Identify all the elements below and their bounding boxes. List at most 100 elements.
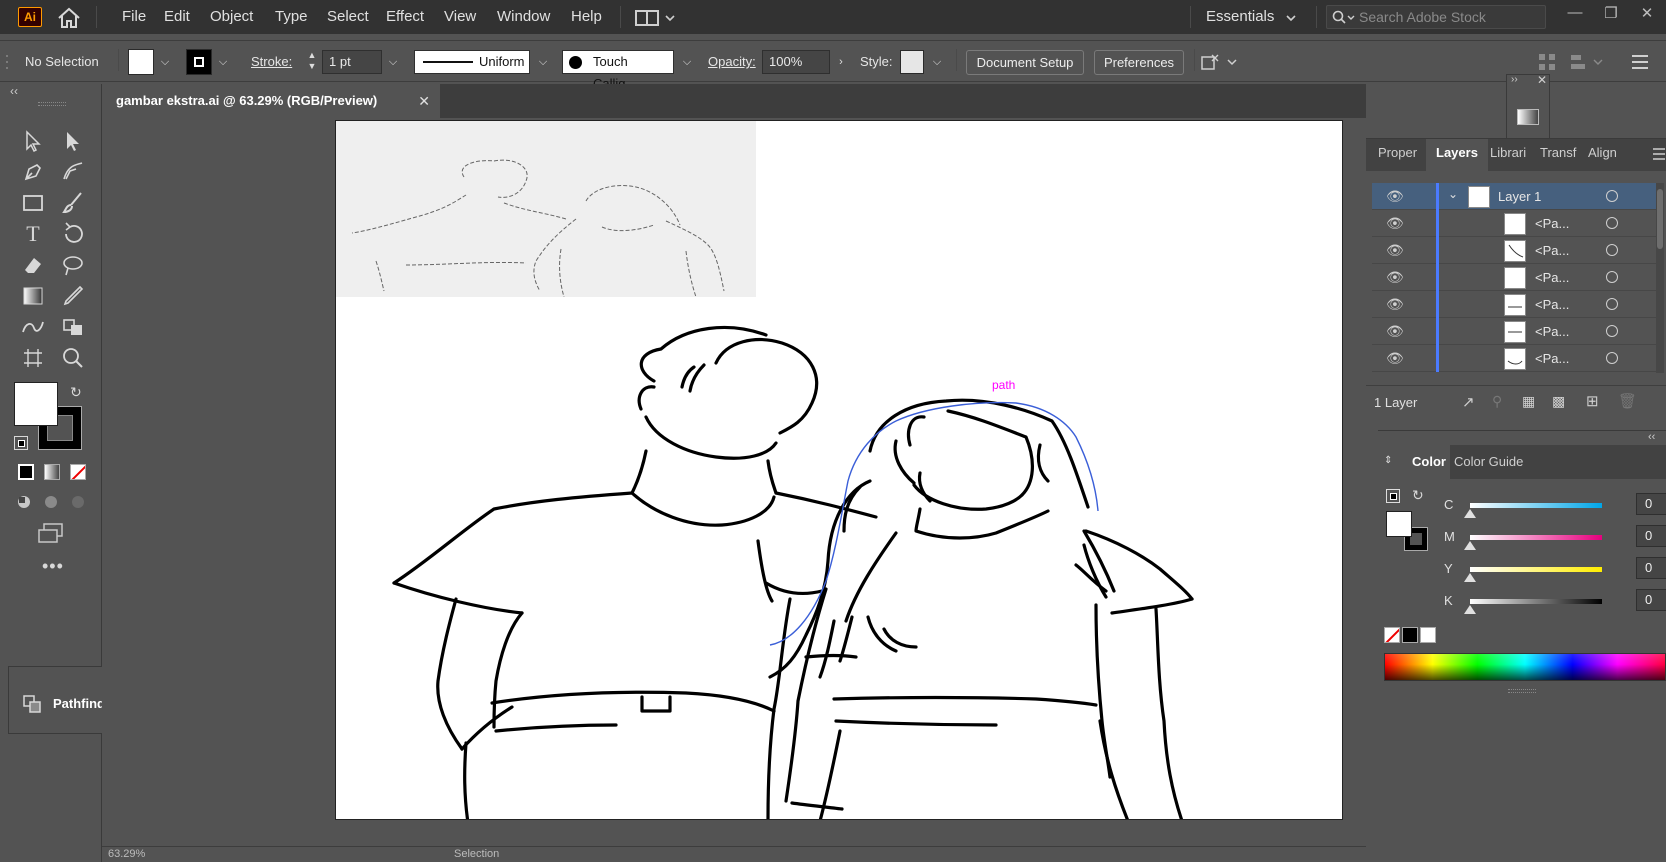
layer-target-icon[interactable]: [1606, 190, 1618, 202]
collapse-panel-icon[interactable]: ‹‹: [1648, 431, 1655, 443]
none-mode-icon[interactable]: [70, 464, 86, 480]
color-options-arrow-icon[interactable]: ⇕: [1384, 455, 1392, 466]
tab-transform[interactable]: Transf: [1540, 145, 1576, 160]
path-name[interactable]: <Pa...: [1535, 351, 1569, 366]
search-adobe-stock-input[interactable]: Search Adobe Stock: [1326, 5, 1546, 29]
profile-dropdown-icon[interactable]: ⌵: [534, 51, 552, 73]
path-target-icon[interactable]: [1606, 244, 1618, 256]
layer-name[interactable]: Layer 1: [1498, 189, 1541, 204]
collapse-toolbar-icon[interactable]: ‹‹: [10, 84, 18, 98]
rotate-tool-icon[interactable]: [58, 219, 88, 249]
stroke-weight-field[interactable]: 1 pt: [322, 50, 382, 74]
stroke-label[interactable]: Stroke:: [251, 54, 292, 69]
graphic-style-swatch[interactable]: [900, 50, 924, 74]
panel-menu-icon[interactable]: [1652, 147, 1666, 161]
stroke-stepper[interactable]: ▲ ▼: [304, 50, 320, 74]
paintbrush-tool-icon[interactable]: [58, 188, 88, 218]
workspace-switcher[interactable]: Essentials: [1206, 8, 1274, 25]
opacity-field[interactable]: 100%: [762, 50, 830, 74]
artboard-tool-icon[interactable]: [18, 343, 48, 373]
close-panel-icon[interactable]: ✕: [1537, 73, 1547, 87]
gradient-panel-icon[interactable]: [1517, 109, 1539, 125]
cyan-value-field[interactable]: 0: [1636, 493, 1666, 515]
transform-options-icon[interactable]: [1198, 51, 1242, 73]
gradient-mode-icon[interactable]: [44, 464, 60, 480]
stroke-dropdown-icon[interactable]: ⌵: [214, 51, 232, 73]
export-icon[interactable]: ↗: [1462, 393, 1475, 411]
color-mode-icon[interactable]: [18, 464, 34, 480]
expand-panel-icon[interactable]: ››: [1511, 74, 1518, 85]
selection-tool-icon[interactable]: [18, 126, 48, 156]
magenta-slider-thumb[interactable]: [1464, 541, 1476, 550]
visibility-eye-icon[interactable]: 👁: [1386, 324, 1404, 338]
tab-libraries[interactable]: Librari: [1490, 145, 1526, 160]
align-to-icon[interactable]: [1536, 51, 1558, 73]
zoom-tool-icon[interactable]: [58, 343, 88, 373]
brush-definition[interactable]: Touch Callig...: [562, 50, 674, 91]
chevron-down-icon[interactable]: [1285, 13, 1297, 23]
edit-toolbar-icon[interactable]: •••: [42, 556, 64, 577]
locate-object-icon[interactable]: ⚲: [1492, 393, 1502, 410]
distribute-icon[interactable]: [1568, 51, 1608, 73]
menu-type[interactable]: Type: [275, 8, 308, 25]
magenta-value-field[interactable]: 0: [1636, 525, 1666, 547]
tab-color[interactable]: Color: [1412, 454, 1446, 469]
new-layer-icon[interactable]: ⊞: [1586, 392, 1599, 410]
variable-width-profile[interactable]: Uniform: [414, 50, 530, 74]
draw-modes-icon[interactable]: [14, 492, 90, 512]
gradient-tool-icon[interactable]: [18, 281, 48, 311]
fill-color-box[interactable]: [14, 382, 58, 426]
clipping-mask-icon[interactable]: ▦: [1522, 393, 1535, 410]
visibility-eye-icon[interactable]: 👁: [1386, 216, 1404, 230]
visibility-eye-icon[interactable]: 👁: [1386, 243, 1404, 257]
opacity-label[interactable]: Opacity:: [708, 54, 756, 69]
artboard[interactable]: path: [335, 120, 1343, 820]
tab-layers[interactable]: Layers: [1436, 145, 1478, 160]
preferences-button[interactable]: Preferences: [1094, 50, 1184, 75]
path-name[interactable]: <Pa...: [1535, 216, 1569, 231]
opacity-expand-icon[interactable]: ›: [832, 51, 850, 73]
yellow-slider-thumb[interactable]: [1464, 573, 1476, 582]
yellow-slider[interactable]: [1470, 567, 1602, 572]
cyan-slider[interactable]: [1470, 503, 1602, 508]
menu-effect[interactable]: Effect: [386, 8, 424, 25]
layer-row-layer-1[interactable]: 👁 ⌄ Layer 1: [1372, 183, 1660, 210]
eraser-tool-icon[interactable]: [18, 250, 48, 280]
path-target-icon[interactable]: [1606, 352, 1618, 364]
path-target-icon[interactable]: [1606, 217, 1618, 229]
default-colors-icon[interactable]: [14, 436, 28, 450]
home-icon[interactable]: [56, 7, 82, 29]
blend-tool-icon[interactable]: [18, 312, 48, 342]
black-slider[interactable]: [1470, 599, 1602, 604]
pen-tool-icon[interactable]: [18, 157, 48, 187]
black-swatch[interactable]: [1402, 627, 1418, 643]
default-colors-icon[interactable]: [1386, 489, 1400, 503]
black-slider-thumb[interactable]: [1464, 605, 1476, 614]
menu-edit[interactable]: Edit: [164, 8, 190, 25]
layers-scrollbar[interactable]: [1656, 183, 1664, 373]
stroke-swatch[interactable]: [186, 49, 212, 75]
zoom-level-field[interactable]: 63.29%: [108, 848, 145, 860]
menu-view[interactable]: View: [444, 8, 476, 25]
layer-row-path[interactable]: 👁 <Pa...: [1372, 345, 1660, 372]
shape-builder-tool-icon[interactable]: [58, 312, 88, 342]
white-swatch[interactable]: [1420, 627, 1436, 643]
black-value-field[interactable]: 0: [1636, 589, 1666, 611]
tab-properties[interactable]: Proper: [1378, 145, 1417, 160]
path-target-icon[interactable]: [1606, 271, 1618, 283]
visibility-eye-icon[interactable]: 👁: [1386, 270, 1404, 284]
path-name[interactable]: <Pa...: [1535, 324, 1569, 339]
swap-fill-stroke-icon[interactable]: ↻: [1412, 487, 1424, 504]
rectangle-tool-icon[interactable]: [18, 188, 48, 218]
layer-row-path[interactable]: 👁 <Pa...: [1372, 210, 1660, 237]
cyan-slider-thumb[interactable]: [1464, 509, 1476, 518]
line-art-drawing[interactable]: path: [336, 121, 1343, 820]
document-tab[interactable]: gambar ekstra.ai @ 63.29% (RGB/Preview) …: [102, 84, 440, 118]
layer-row-path[interactable]: 👁 <Pa...: [1372, 237, 1660, 264]
layer-row-path[interactable]: 👁 <Pa...: [1372, 318, 1660, 345]
panel-resize-grip[interactable]: [1508, 689, 1536, 693]
restore-icon[interactable]: ❐: [1598, 4, 1624, 26]
visibility-eye-icon[interactable]: 👁: [1386, 189, 1404, 203]
fill-color-box[interactable]: [1386, 511, 1412, 537]
expand-layer-chevron-icon[interactable]: ⌄: [1448, 187, 1458, 201]
